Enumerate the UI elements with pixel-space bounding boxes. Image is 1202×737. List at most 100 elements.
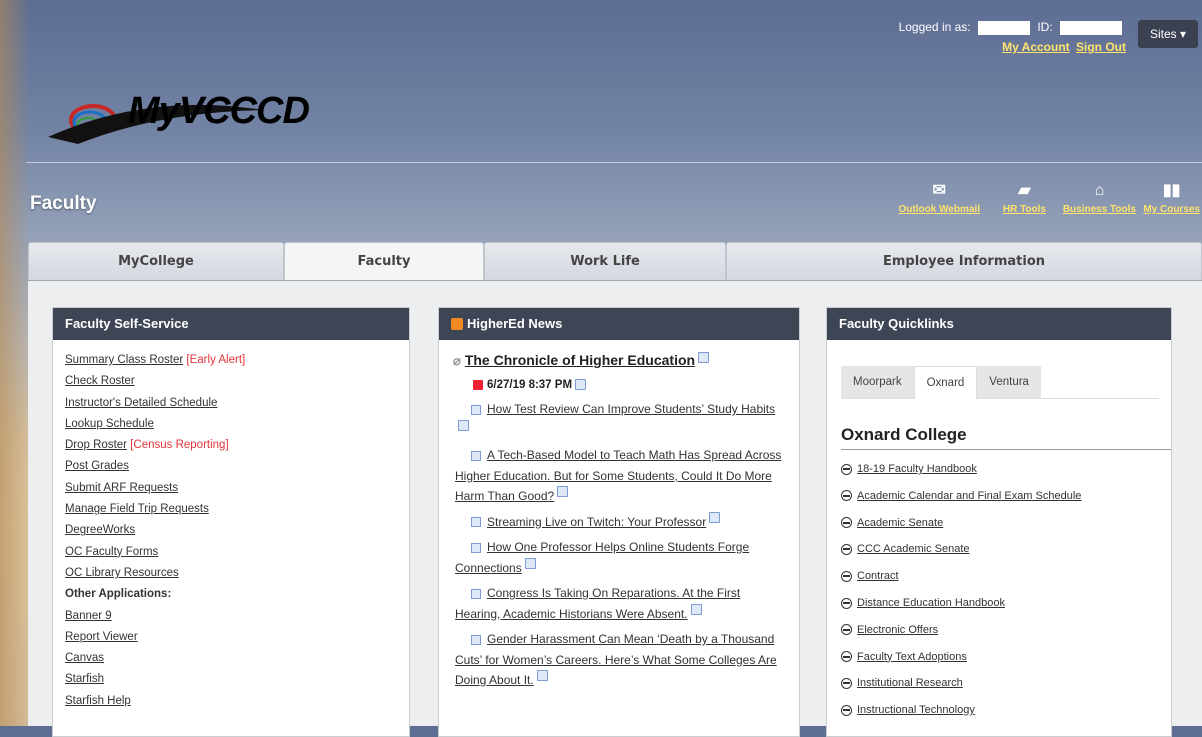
self-service-item[interactable]: Report Viewer — [65, 627, 409, 648]
expand-icon[interactable] — [471, 517, 481, 528]
self-service-link[interactable]: OC Faculty Forms — [65, 546, 158, 558]
my-courses-label: My Courses — [1143, 204, 1200, 215]
faculty-self-service-portlet: Faculty Self-Service Summary Class Roste… — [52, 307, 410, 737]
self-service-link[interactable]: Submit ARF Requests — [65, 482, 178, 494]
expand-icon[interactable] — [471, 542, 481, 553]
header-divider — [26, 162, 1202, 163]
tab-faculty[interactable]: Faculty — [284, 242, 484, 280]
expand-icon[interactable] — [471, 450, 481, 461]
faculty-quicklinks-title: Faculty Quicklinks — [827, 308, 1171, 340]
sign-out-link[interactable]: Sign Out — [1076, 40, 1126, 54]
self-service-item[interactable]: OC Faculty Forms — [65, 542, 409, 563]
self-service-link[interactable]: Canvas — [65, 652, 104, 664]
news-article-link[interactable]: Gender Harassment Can Mean ‘Death by a T… — [455, 632, 777, 687]
news-article-link[interactable]: How One Professor Helps Online Students … — [455, 540, 749, 575]
self-service-link[interactable]: Report Viewer — [65, 631, 138, 643]
self-service-link[interactable]: Starfish Help — [65, 695, 131, 707]
minus-circle-icon — [841, 490, 852, 502]
account-links: My Account Sign Out — [999, 40, 1126, 54]
self-service-item[interactable]: DegreeWorks — [65, 520, 409, 541]
self-service-link[interactable]: Banner 9 — [65, 610, 112, 622]
expand-icon[interactable] — [471, 404, 481, 415]
news-date-text: 6/27/19 8:37 PM — [487, 379, 573, 391]
quicklink[interactable]: 18-19 Faculty Handbook — [857, 463, 977, 475]
self-service-item[interactable]: Check Roster — [65, 371, 409, 392]
self-service-item[interactable]: Instructor's Detailed Schedule — [65, 393, 409, 414]
self-service-item[interactable]: Starfish Help — [65, 691, 409, 712]
subtab-moorpark[interactable]: Moorpark — [841, 366, 914, 398]
self-service-item[interactable]: Summary Class Roster [Early Alert] — [65, 350, 409, 371]
quicklinks-list: 18-19 Faculty Handbook Academic Calendar … — [841, 456, 1171, 724]
self-service-item[interactable]: Canvas — [65, 648, 409, 669]
external-link-icon[interactable] — [690, 603, 702, 615]
quicklink[interactable]: Electronic Offers — [857, 624, 938, 636]
sites-dropdown-button[interactable]: Sites ▾ — [1138, 20, 1198, 48]
quicklink[interactable]: CCC Academic Senate — [857, 543, 970, 555]
self-service-item[interactable]: OC Library Resources — [65, 563, 409, 584]
self-service-link[interactable]: DegreeWorks — [65, 524, 135, 536]
my-courses-link[interactable]: ▮▮ My Courses — [1143, 180, 1200, 215]
external-link-icon[interactable] — [709, 511, 721, 523]
quicklink-item: Contract — [841, 563, 1171, 590]
quicklink-item: Faculty Text Adoptions — [841, 644, 1171, 671]
tab-work-life[interactable]: Work Life — [484, 242, 726, 280]
external-link-icon[interactable] — [575, 379, 587, 390]
quicklink[interactable]: Contract — [857, 570, 899, 582]
news-article-link[interactable]: How Test Review Can Improve Students’ St… — [487, 402, 775, 416]
logo[interactable]: MyVCCCD — [38, 82, 310, 152]
self-service-link[interactable]: Summary Class Roster — [65, 354, 183, 366]
quicklink[interactable]: Instructional Technology — [857, 704, 975, 716]
hr-tools-link[interactable]: ▰ HR Tools — [1003, 180, 1046, 215]
my-account-link[interactable]: My Account — [1002, 40, 1070, 54]
external-link-icon[interactable] — [536, 670, 548, 681]
external-link-icon[interactable] — [524, 557, 536, 569]
self-service-link[interactable]: Drop Roster — [65, 439, 127, 451]
subtab-ventura[interactable]: Ventura — [977, 366, 1041, 398]
minus-circle-icon — [841, 677, 852, 689]
self-service-item[interactable]: Post Grades — [65, 456, 409, 477]
self-service-link[interactable]: Lookup Schedule — [65, 418, 154, 430]
expand-icon[interactable] — [471, 588, 481, 599]
quicklink[interactable]: Faculty Text Adoptions — [857, 651, 967, 663]
self-service-link[interactable]: Starfish — [65, 673, 104, 685]
external-link-icon[interactable] — [458, 419, 469, 431]
news-article: Streaming Live on Twitch: Your Professor — [455, 511, 783, 533]
outlook-webmail-link[interactable]: ✉ Outlook Webmail — [899, 180, 981, 215]
expand-icon[interactable] — [471, 634, 481, 645]
quicklink[interactable]: Academic Calendar and Final Exam Schedul… — [857, 490, 1081, 502]
quicklink[interactable]: Academic Senate — [857, 517, 943, 529]
self-service-link[interactable]: Post Grades — [65, 460, 129, 472]
news-article: How One Professor Helps Online Students … — [455, 537, 783, 578]
outlook-webmail-label: Outlook Webmail — [898, 204, 981, 215]
news-article-link[interactable]: A Tech-Based Model to Teach Math Has Spr… — [455, 448, 781, 503]
self-service-item[interactable]: Submit ARF Requests — [65, 478, 409, 499]
tab-mycollege[interactable]: MyCollege — [28, 242, 284, 280]
quicklink[interactable]: Distance Education Handbook — [857, 597, 1005, 609]
self-service-link[interactable]: Instructor's Detailed Schedule — [65, 397, 217, 409]
subtab-oxnard[interactable]: Oxnard — [913, 366, 978, 399]
external-link-icon[interactable] — [557, 486, 569, 497]
self-service-item[interactable]: Starfish — [65, 669, 409, 690]
self-service-item[interactable]: Drop Roster [Census Reporting] — [65, 435, 409, 456]
news-source-link[interactable]: The Chronicle of Higher Education — [465, 352, 695, 368]
external-link-icon[interactable] — [698, 352, 710, 363]
news-article: A Tech-Based Model to Teach Math Has Spr… — [455, 445, 783, 507]
minus-circle-icon — [841, 570, 852, 582]
news-date: 6/27/19 8:37 PM — [439, 369, 799, 391]
briefcase-icon: ▰ — [1018, 182, 1031, 199]
self-service-item[interactable]: Lookup Schedule — [65, 414, 409, 435]
news-article-link[interactable]: Streaming Live on Twitch: Your Professor — [487, 515, 706, 529]
top-bar: Logged in as: ID: My Account Sign Out Si… — [802, 12, 1202, 62]
quicklink-item: Institutional Research — [841, 670, 1171, 697]
self-service-item: Other Applications: — [65, 588, 172, 601]
logged-in-label: Logged in as: — [898, 20, 971, 34]
quicklink[interactable]: Institutional Research — [857, 677, 963, 689]
self-service-link[interactable]: OC Library Resources — [65, 567, 179, 579]
self-service-item[interactable]: Manage Field Trip Requests — [65, 499, 409, 520]
quick-tools: ✉ Outlook Webmail ▰ HR Tools ⌂ Business … — [882, 180, 1202, 228]
business-tools-link[interactable]: ⌂ Business Tools — [1063, 180, 1136, 215]
self-service-item[interactable]: Banner 9 — [65, 606, 409, 627]
self-service-link[interactable]: Check Roster — [65, 375, 135, 387]
tab-employee-information[interactable]: Employee Information — [726, 242, 1202, 280]
self-service-link[interactable]: Manage Field Trip Requests — [65, 503, 209, 515]
